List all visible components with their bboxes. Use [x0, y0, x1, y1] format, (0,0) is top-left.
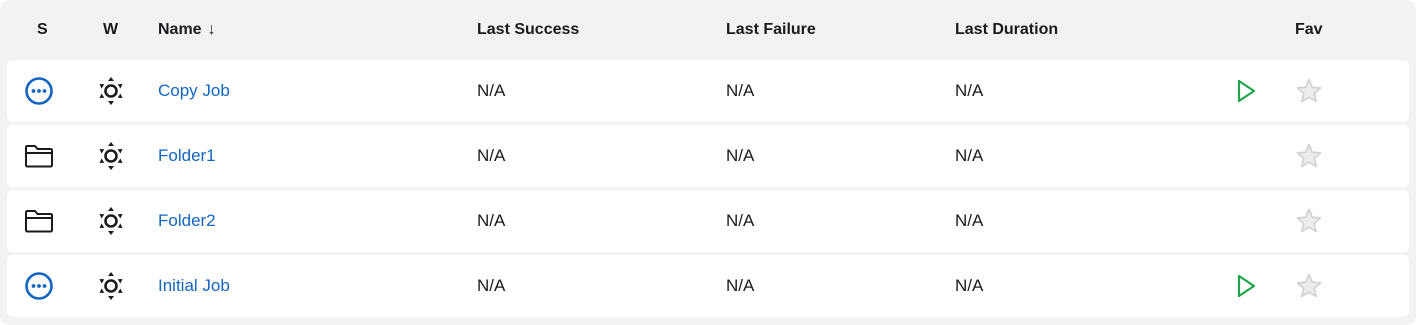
weather-icon	[97, 205, 125, 237]
last-duration-cell: N/A	[955, 255, 1175, 317]
last-success-cell-value: N/A	[477, 81, 506, 100]
name-cell: Initial Job	[158, 255, 458, 317]
last-failure-cell: N/A	[726, 125, 946, 187]
last-failure-cell: N/A	[726, 190, 946, 252]
jobs-table: S W Name ↓ Last Success Last Failure Last…	[0, 0, 1416, 325]
last-success-cell: N/A	[477, 60, 697, 122]
favorite-star-icon[interactable]	[1295, 77, 1323, 105]
job-name-link[interactable]: Folder1	[158, 146, 216, 166]
weather-cell	[97, 60, 127, 122]
schedule-build-button[interactable]	[1234, 78, 1258, 104]
status-cell	[24, 190, 60, 252]
table-row: Copy Job N/A N/A N/A	[7, 60, 1409, 122]
build-cell	[1234, 255, 1264, 317]
last-success-cell-value: N/A	[477, 146, 506, 165]
last-success-cell-value: N/A	[477, 276, 506, 295]
fav-cell	[1295, 190, 1325, 252]
weather-icon	[97, 270, 125, 302]
folder-icon	[24, 208, 54, 234]
favorite-star-icon[interactable]	[1295, 207, 1323, 235]
status-cell	[24, 255, 60, 317]
job-name-link[interactable]: Initial Job	[158, 276, 230, 296]
last-duration-cell-value: N/A	[955, 146, 984, 165]
column-header-name-label: Name	[158, 21, 202, 38]
play-icon	[1234, 273, 1258, 299]
weather-cell	[97, 190, 127, 252]
last-duration-cell: N/A	[955, 125, 1175, 187]
name-cell: Copy Job	[158, 60, 458, 122]
last-failure-cell-value: N/A	[726, 211, 755, 230]
last-duration-cell: N/A	[955, 60, 1175, 122]
not-built-icon[interactable]	[24, 271, 54, 301]
name-cell: Folder2	[158, 190, 458, 252]
column-header-fav[interactable]: Fav	[1295, 20, 1323, 40]
column-header-last-failure[interactable]: Last Failure	[726, 20, 816, 40]
status-cell	[24, 60, 60, 122]
table-row: Folder2 N/A N/A N/A	[7, 190, 1409, 252]
build-cell	[1234, 60, 1264, 122]
column-header-weather[interactable]: W	[103, 20, 118, 40]
column-header-last-success[interactable]: Last Success	[477, 20, 579, 40]
status-cell	[24, 125, 60, 187]
fav-cell	[1295, 255, 1325, 317]
last-failure-cell: N/A	[726, 255, 946, 317]
last-failure-cell-value: N/A	[726, 146, 755, 165]
fav-cell	[1295, 125, 1325, 187]
schedule-build-button[interactable]	[1234, 273, 1258, 299]
play-icon	[1234, 78, 1258, 104]
column-header-name[interactable]: Name ↓	[158, 20, 216, 40]
fav-cell	[1295, 60, 1325, 122]
table-header: S W Name ↓ Last Success Last Failure Last…	[0, 0, 1416, 60]
column-header-last-duration[interactable]: Last Duration	[955, 20, 1058, 40]
folder-icon	[24, 143, 54, 169]
last-failure-cell-value: N/A	[726, 81, 755, 100]
favorite-star-icon[interactable]	[1295, 272, 1323, 300]
job-name-link[interactable]: Copy Job	[158, 81, 230, 101]
last-failure-cell-value: N/A	[726, 276, 755, 295]
last-success-cell: N/A	[477, 255, 697, 317]
last-duration-cell-value: N/A	[955, 211, 984, 230]
column-header-status[interactable]: S	[37, 20, 48, 40]
not-built-icon[interactable]	[24, 76, 54, 106]
last-duration-cell-value: N/A	[955, 81, 984, 100]
weather-cell	[97, 255, 127, 317]
sort-descending-icon: ↓	[207, 21, 216, 38]
job-name-link[interactable]: Folder2	[158, 211, 216, 231]
last-success-cell-value: N/A	[477, 211, 506, 230]
weather-cell	[97, 125, 127, 187]
last-success-cell: N/A	[477, 125, 697, 187]
last-failure-cell: N/A	[726, 60, 946, 122]
last-success-cell: N/A	[477, 190, 697, 252]
favorite-star-icon[interactable]	[1295, 142, 1323, 170]
table-row: Folder1 N/A N/A N/A	[7, 125, 1409, 187]
last-duration-cell-value: N/A	[955, 276, 984, 295]
table-row: Initial Job N/A N/A N/A	[7, 255, 1409, 317]
last-duration-cell: N/A	[955, 190, 1175, 252]
weather-icon	[97, 140, 125, 172]
weather-icon	[97, 75, 125, 107]
name-cell: Folder1	[158, 125, 458, 187]
